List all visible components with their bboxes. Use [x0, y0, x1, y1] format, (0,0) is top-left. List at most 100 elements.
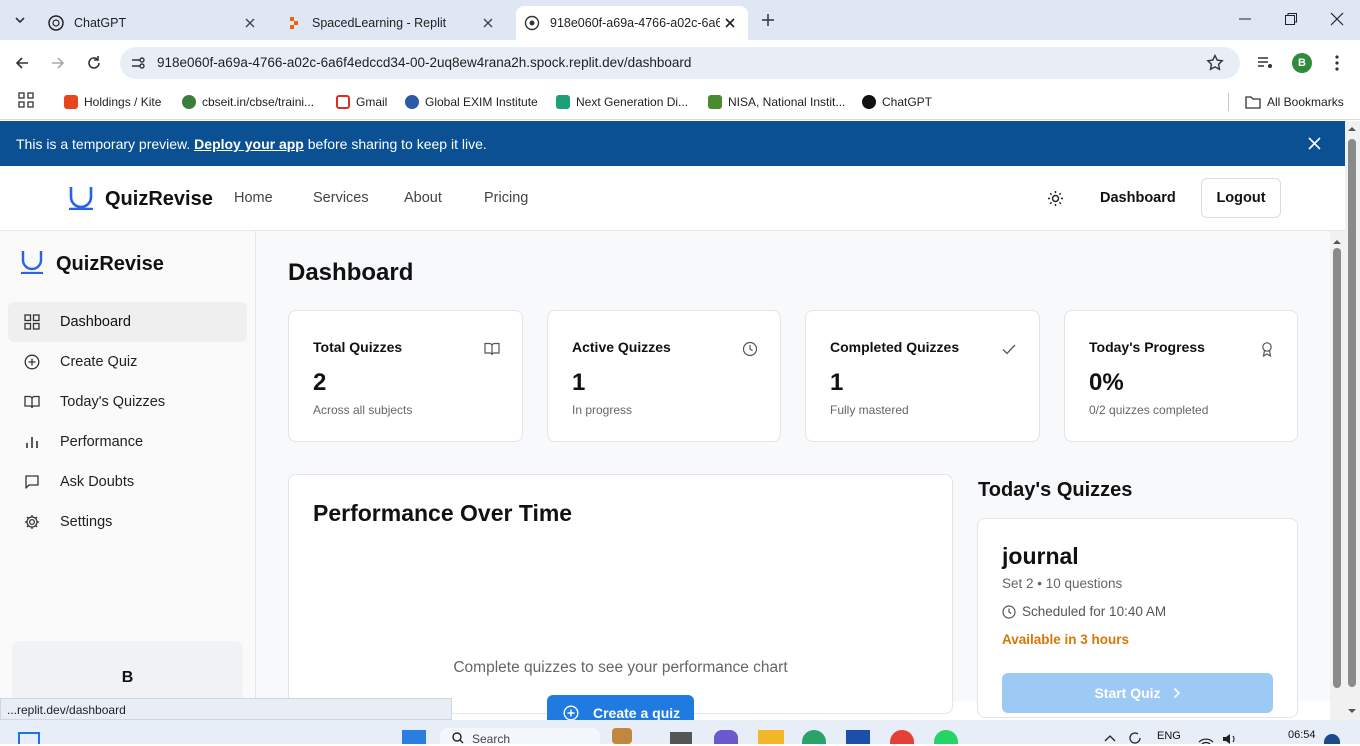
book-icon	[484, 341, 500, 357]
nav-about[interactable]: About	[404, 190, 442, 206]
taskbar-search[interactable]: Search	[440, 728, 600, 746]
tab-replit[interactable]: SpacedLearning - Replit	[278, 6, 506, 40]
clock-time[interactable]: 06:54	[1288, 729, 1316, 741]
chatgpt-icon	[48, 15, 64, 31]
globe-icon	[524, 15, 540, 31]
nav-home[interactable]: Home	[234, 190, 273, 206]
start-icon[interactable]	[18, 732, 40, 744]
notification-badge[interactable]	[1324, 734, 1340, 744]
bookmark-item[interactable]: ChatGPT	[862, 92, 932, 112]
check-icon	[1001, 341, 1017, 357]
scroll-up-icon[interactable]	[1348, 126, 1356, 131]
folder-icon	[1245, 95, 1261, 109]
inner-scroll-thumb[interactable]	[1333, 248, 1341, 688]
stat-title: Active Quizzes	[572, 339, 671, 355]
url-text: 918e060f-a69a-4766-a02c-6a6f4edccd34-00-…	[157, 55, 692, 70]
header-brand[interactable]: QuizRevise	[105, 188, 213, 211]
wifi-icon[interactable]	[1198, 734, 1214, 744]
minimize-icon[interactable]	[1238, 12, 1252, 26]
main-content: Dashboard Total Quizzes 2 Across all sub…	[256, 231, 1330, 731]
sidebar-item-todays-quizzes[interactable]: Today's Quizzes	[8, 382, 247, 422]
sidebar-item-performance[interactable]: Performance	[8, 422, 247, 462]
media-controls-icon[interactable]	[1256, 54, 1274, 72]
chevron-up-icon[interactable]	[1104, 734, 1116, 742]
restore-icon[interactable]	[1284, 12, 1298, 26]
widgets-icon[interactable]	[612, 728, 632, 744]
site-info-icon[interactable]	[130, 55, 146, 71]
start-quiz-label: Start Quiz	[1094, 685, 1161, 701]
file-explorer-icon[interactable]	[758, 730, 784, 744]
bookmark-item[interactable]: NISA, National Instit...	[708, 92, 845, 112]
page-scrollbar[interactable]	[1345, 121, 1360, 720]
close-banner-icon[interactable]	[1308, 137, 1321, 150]
new-tab-icon[interactable]	[758, 10, 778, 30]
sidebar-item-dashboard[interactable]: Dashboard	[8, 302, 247, 342]
performance-card: Performance Over Time Complete quizzes t…	[288, 474, 953, 731]
book-icon	[24, 394, 40, 410]
bookmark-item[interactable]: Gmail	[336, 92, 387, 112]
bookmark-item[interactable]: Holdings / Kite	[64, 92, 161, 112]
tab-chatgpt[interactable]: ChatGPT	[40, 6, 268, 40]
close-tab-icon[interactable]	[722, 15, 738, 31]
bookmark-item[interactable]: Global EXIM Institute	[405, 92, 538, 112]
back-icon[interactable]	[14, 55, 30, 71]
deploy-link[interactable]: Deploy your app	[194, 136, 304, 152]
volume-icon[interactable]	[1222, 734, 1238, 744]
whatsapp-icon[interactable]	[934, 730, 958, 744]
sidebar-item-ask-doubts[interactable]: Ask Doubts	[8, 462, 247, 502]
window-close-icon[interactable]	[1330, 12, 1344, 26]
page-scroll-thumb[interactable]	[1348, 139, 1356, 687]
stat-sub: Across all subjects	[313, 403, 413, 417]
scroll-down-icon[interactable]	[1348, 709, 1356, 714]
browser-menu-icon[interactable]	[1334, 54, 1340, 72]
logo-icon[interactable]	[68, 186, 94, 210]
close-tab-icon[interactable]	[480, 15, 496, 31]
close-tab-icon[interactable]	[242, 15, 258, 31]
sidebar-item-settings[interactable]: Settings	[8, 502, 247, 542]
sidebar-item-label: Performance	[60, 434, 144, 450]
language-indicator[interactable]: ENG	[1157, 730, 1181, 742]
teams-icon[interactable]	[714, 730, 738, 744]
profile-avatar[interactable]: B	[1292, 53, 1312, 73]
all-bookmarks[interactable]: All Bookmarks	[1245, 92, 1344, 112]
tab-active-preview[interactable]: 918e060f-a69a-4766-a02c-6a6	[516, 6, 748, 40]
task-view-icon[interactable]	[670, 732, 692, 744]
reload-icon[interactable]	[86, 55, 102, 71]
nav-pricing[interactable]: Pricing	[484, 190, 528, 206]
scroll-up-icon[interactable]	[1333, 239, 1341, 244]
stat-value: 2	[313, 369, 327, 396]
forward-icon[interactable]	[50, 55, 66, 71]
gear-icon	[24, 514, 40, 530]
sidebar-brand[interactable]: QuizRevise	[56, 253, 164, 276]
exim-icon	[405, 95, 419, 109]
header-dashboard-link[interactable]: Dashboard	[1100, 190, 1176, 206]
tab-search-icon[interactable]	[10, 10, 30, 30]
sidebar-item-create-quiz[interactable]: Create Quiz	[8, 342, 247, 382]
theme-toggle-sun-icon[interactable]	[1047, 190, 1064, 207]
url-bar[interactable]: 918e060f-a69a-4766-a02c-6a6f4edccd34-00-…	[120, 47, 1240, 79]
nav-services[interactable]: Services	[313, 190, 369, 206]
page-title: Dashboard	[288, 259, 414, 286]
edge-icon[interactable]	[802, 730, 826, 744]
bookmark-item[interactable]: cbseit.in/cbse/traini...	[182, 92, 314, 112]
apps-grid-icon[interactable]	[18, 92, 34, 108]
stat-sub: In progress	[572, 403, 633, 417]
logout-button[interactable]: Logout	[1201, 178, 1281, 218]
chrome-icon[interactable]	[890, 730, 914, 744]
performance-empty-text: Complete quizzes to see your performance…	[453, 659, 788, 676]
user-card[interactable]: B	[12, 641, 243, 701]
bookmark-item[interactable]: Next Generation Di...	[556, 92, 688, 112]
quiz-schedule-text: Scheduled for 10:40 AM	[1022, 604, 1167, 619]
inner-scrollbar[interactable]	[1330, 231, 1345, 720]
windows-logo-icon[interactable]	[402, 730, 426, 744]
message-icon	[24, 474, 40, 490]
stat-card-progress: Today's Progress 0% 0/2 quizzes complete…	[1064, 310, 1298, 442]
bar-chart-icon	[24, 434, 40, 450]
store-icon[interactable]	[846, 730, 870, 744]
sidebar-logo-icon[interactable]	[20, 250, 44, 274]
bookmarks-divider	[1228, 93, 1229, 111]
bookmark-star-icon[interactable]	[1206, 54, 1224, 72]
start-quiz-button[interactable]: Start Quiz	[1002, 673, 1273, 713]
refresh-tray-icon[interactable]	[1128, 732, 1142, 744]
bookmark-label: cbseit.in/cbse/traini...	[202, 95, 315, 109]
